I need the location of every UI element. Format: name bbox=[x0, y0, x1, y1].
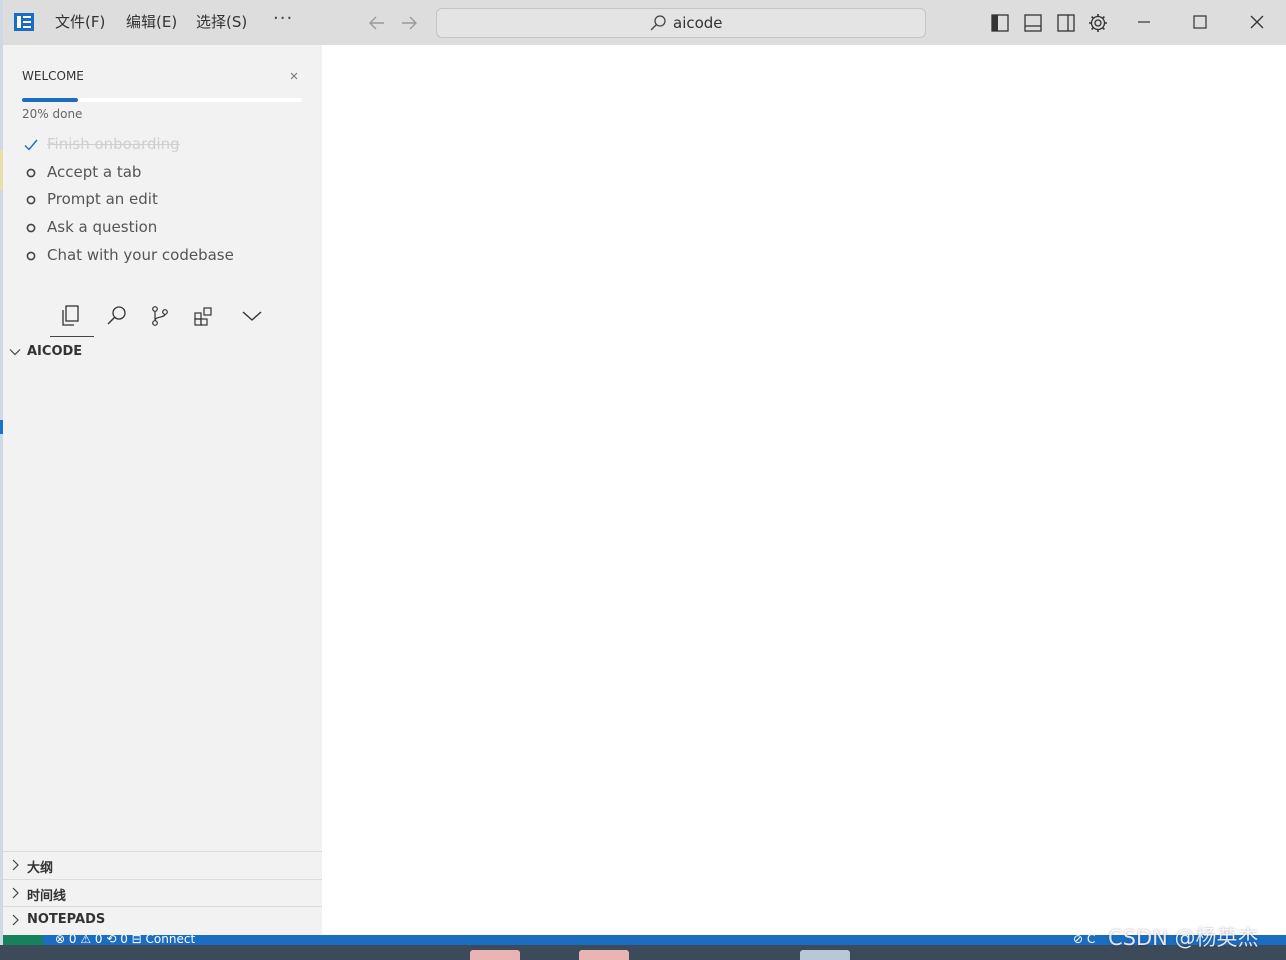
check-icon bbox=[24, 139, 38, 151]
task-label: Chat with your codebase bbox=[47, 246, 234, 264]
chevron-down-icon bbox=[9, 349, 21, 356]
circle-icon bbox=[26, 195, 36, 205]
task-label: Ask a question bbox=[47, 218, 158, 236]
more-menus-button[interactable]: ··· bbox=[273, 8, 293, 29]
progress-fill bbox=[22, 98, 78, 102]
task-label: Accept a tab bbox=[47, 163, 142, 181]
welcome-close-icon[interactable] bbox=[288, 70, 300, 82]
chevron-down-icon[interactable] bbox=[240, 304, 264, 328]
forward-arrow-icon[interactable] bbox=[399, 13, 419, 33]
search-icon bbox=[650, 15, 666, 31]
explorer-folder-name: AICODE bbox=[27, 344, 83, 359]
task-label: Prompt an edit bbox=[47, 190, 158, 208]
active-view-indicator bbox=[50, 336, 94, 337]
settings-gear-icon[interactable] bbox=[1087, 12, 1109, 34]
chevron-right-icon bbox=[12, 859, 19, 871]
toggle-panel-icon[interactable] bbox=[1022, 12, 1044, 34]
back-arrow-icon[interactable] bbox=[367, 13, 387, 33]
circle-icon bbox=[26, 223, 36, 233]
circle-icon bbox=[26, 168, 36, 178]
status-bar: ⊗ 0 ⚠ 0 ⟲ 0 ⊟ Connect ⊘ C bbox=[3, 935, 1286, 945]
menu-selection[interactable]: 选择(S) bbox=[196, 12, 247, 32]
section-label: 时间线 bbox=[27, 889, 67, 904]
status-right-items[interactable]: ⊘ C bbox=[1073, 935, 1095, 945]
watermark: CSDN @杨英杰 bbox=[1108, 926, 1259, 950]
section-label: NOTEPADS bbox=[27, 912, 106, 927]
activity-bar bbox=[48, 300, 278, 340]
toggle-primary-sidebar-icon[interactable] bbox=[989, 12, 1011, 34]
section-notepads[interactable]: NOTEPADS bbox=[3, 906, 322, 933]
files-icon[interactable] bbox=[58, 304, 82, 328]
taskbar-app[interactable] bbox=[800, 950, 850, 960]
explorer-folder-header[interactable]: AICODE bbox=[3, 339, 322, 366]
chevron-right-icon bbox=[12, 887, 19, 899]
close-icon[interactable] bbox=[1245, 10, 1269, 34]
section-label: 大纲 bbox=[27, 861, 54, 876]
toggle-secondary-sidebar-icon[interactable] bbox=[1055, 12, 1077, 34]
circle-icon bbox=[26, 251, 36, 261]
app-logo-icon bbox=[14, 13, 34, 31]
source-control-icon[interactable] bbox=[148, 304, 172, 328]
search-text: aicode bbox=[673, 14, 723, 32]
menu-edit[interactable]: 编辑(E) bbox=[126, 12, 177, 32]
status-left-items[interactable]: ⊗ 0 ⚠ 0 ⟲ 0 ⊟ Connect bbox=[55, 935, 195, 945]
command-center-search[interactable]: aicode bbox=[436, 8, 926, 38]
menu-file[interactable]: 文件(F) bbox=[55, 12, 105, 32]
chevron-right-icon bbox=[12, 914, 19, 926]
section-outline[interactable]: 大纲 bbox=[3, 851, 322, 878]
taskbar-app[interactable] bbox=[579, 950, 629, 960]
os-taskbar bbox=[0, 945, 1286, 960]
onboarding-progress-bar bbox=[22, 98, 302, 102]
progress-text: 20% done bbox=[22, 107, 83, 121]
minimize-icon[interactable] bbox=[1132, 10, 1156, 34]
title-bar: 文件(F) 编辑(E) 选择(S) ··· aicode bbox=[3, 0, 1286, 45]
taskbar-app[interactable] bbox=[470, 950, 520, 960]
primary-sidebar: WELCOME 20% done Finish onboarding Accep… bbox=[3, 45, 322, 935]
extensions-icon[interactable] bbox=[192, 304, 216, 328]
search-icon[interactable] bbox=[105, 304, 129, 328]
remote-indicator[interactable] bbox=[3, 935, 43, 945]
maximize-icon[interactable] bbox=[1188, 10, 1212, 34]
desktop: 文件(F) 编辑(E) 选择(S) ··· aicode WELCOME 20%… bbox=[0, 0, 1286, 960]
welcome-title: WELCOME bbox=[22, 69, 84, 83]
section-timeline[interactable]: 时间线 bbox=[3, 879, 322, 906]
editor-area[interactable] bbox=[322, 45, 1286, 935]
task-label: Finish onboarding bbox=[47, 135, 180, 153]
